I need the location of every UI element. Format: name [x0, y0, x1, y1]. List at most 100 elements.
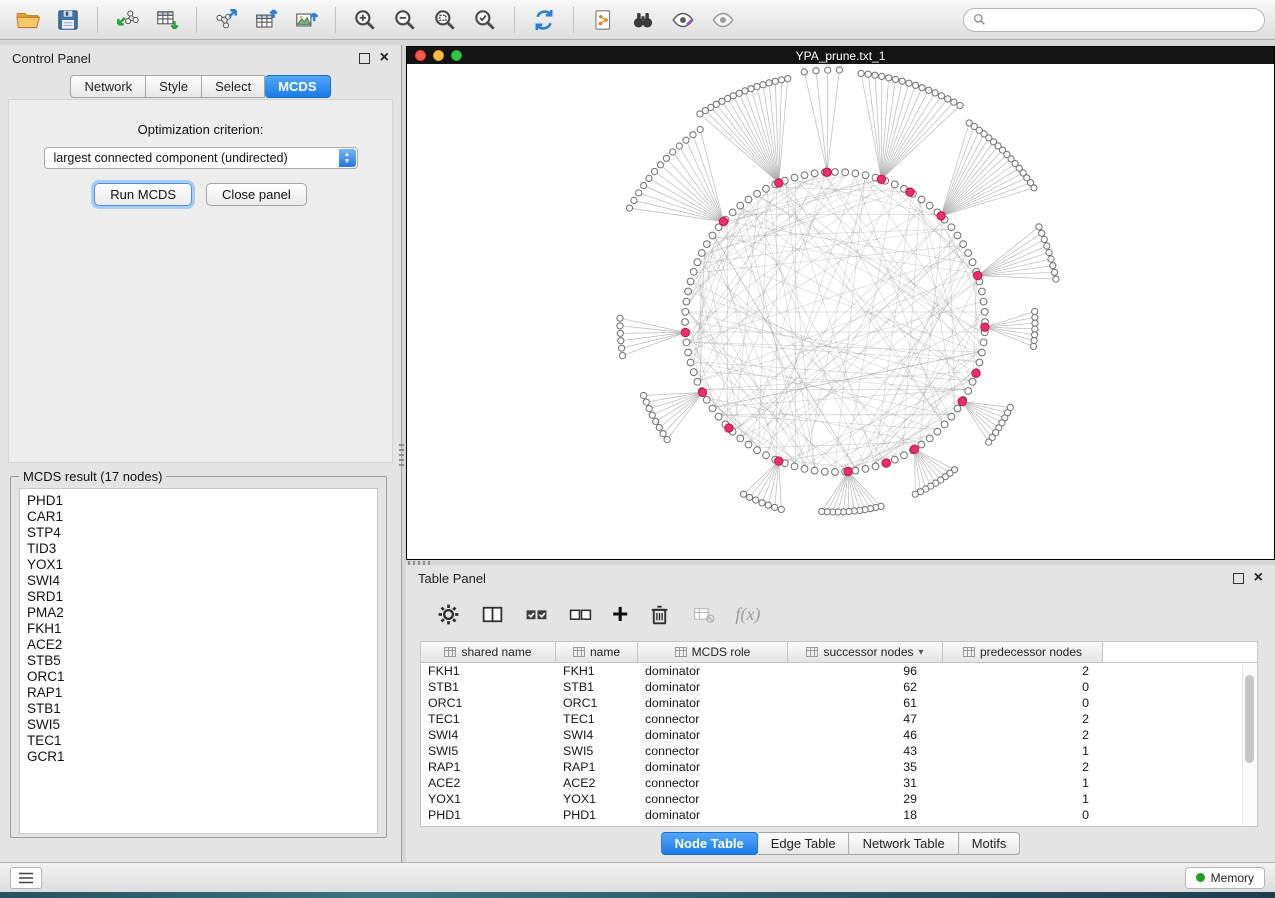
find-button[interactable]	[625, 4, 661, 36]
zoom-selected-button[interactable]	[467, 4, 503, 36]
mcds-node-item[interactable]: FKH1	[27, 621, 370, 637]
memory-label: Memory	[1211, 871, 1254, 885]
delete-column-button[interactable]	[647, 602, 672, 627]
float-table-panel-icon[interactable]	[1233, 573, 1244, 584]
mcds-node-item[interactable]: GCR1	[27, 749, 370, 765]
deselect-all-button[interactable]	[568, 602, 593, 627]
table-row[interactable]: ORC1ORC1dominator610	[421, 695, 1257, 711]
import-network-icon	[114, 7, 140, 33]
column-header-shared-name[interactable]: shared name	[421, 642, 556, 662]
table-cell: connector	[638, 776, 788, 790]
tab-network-table[interactable]: Network Table	[850, 832, 959, 855]
table-row[interactable]: STB1STB1dominator620	[421, 679, 1257, 695]
satellite-nodes	[617, 67, 1059, 515]
zoom-out-button[interactable]	[387, 4, 423, 36]
search-box[interactable]	[963, 8, 1265, 32]
export-table-button[interactable]	[248, 4, 284, 36]
mcds-node-item[interactable]: YOX1	[27, 557, 370, 573]
tab-edge-table[interactable]: Edge Table	[758, 832, 850, 855]
column-header-name[interactable]: name	[556, 642, 638, 662]
close-window-button[interactable]	[415, 50, 426, 61]
table-settings-button[interactable]	[436, 602, 461, 627]
toolbar-separator	[97, 7, 98, 33]
export-image-button[interactable]	[288, 4, 324, 36]
table-row[interactable]: ACE2ACE2connector311	[421, 775, 1257, 791]
toolbar-separator	[196, 7, 197, 33]
mcds-node-item[interactable]: STB1	[27, 701, 370, 717]
table-cell: SWI5	[421, 744, 556, 758]
export-network-button[interactable]	[208, 4, 244, 36]
column-header-predecessor-nodes[interactable]: predecessor nodes	[943, 642, 1103, 662]
close-panel-icon[interactable]: ×	[380, 53, 389, 63]
mcds-result-box: MCDS result (17 nodes) PHD1CAR1STP4TID3Y…	[10, 469, 387, 838]
minimize-window-button[interactable]	[433, 50, 444, 61]
run-mcds-button[interactable]: Run MCDS	[94, 183, 192, 206]
mcds-node-item[interactable]: TID3	[27, 541, 370, 557]
close-mcds-panel-button[interactable]: Close panel	[206, 183, 307, 206]
tab-mcds[interactable]: MCDS	[265, 75, 330, 98]
status-menu-button[interactable]	[10, 867, 42, 889]
mcds-node-item[interactable]: RAP1	[27, 685, 370, 701]
mcds-node-item[interactable]: SWI5	[27, 717, 370, 733]
table-row[interactable]: SWI4SWI4dominator462	[421, 727, 1257, 743]
table-row[interactable]: RAP1RAP1dominator352	[421, 759, 1257, 775]
table-row[interactable]: FKH1FKH1dominator962	[421, 663, 1257, 679]
table-row[interactable]: TEC1TEC1connector472	[421, 711, 1257, 727]
open-folder-icon	[15, 7, 41, 33]
share-document-button[interactable]	[585, 4, 621, 36]
table-body: FKH1FKH1dominator962STB1STB1dominator620…	[421, 663, 1257, 823]
mcds-node-item[interactable]: ORC1	[27, 669, 370, 685]
table-row[interactable]: SWI5SWI5connector431	[421, 743, 1257, 759]
tab-node-table[interactable]: Node Table	[661, 832, 758, 855]
network-canvas[interactable]	[407, 64, 1274, 559]
save-session-button[interactable]	[50, 4, 86, 36]
mcds-node-item[interactable]: PHD1	[27, 493, 370, 509]
table-cell: 35	[788, 760, 943, 774]
zoom-fit-button[interactable]	[427, 4, 463, 36]
table-row[interactable]: YOX1YOX1connector291	[421, 791, 1257, 807]
search-input[interactable]	[992, 12, 1255, 28]
magnifier-fit-icon	[432, 7, 458, 33]
column-header-MCDS-role[interactable]: MCDS role	[638, 642, 788, 662]
refresh-layout-button[interactable]	[526, 4, 562, 36]
tab-network[interactable]: Network	[70, 75, 146, 98]
tab-select[interactable]: Select	[202, 75, 265, 98]
table-cell: 2	[943, 760, 1103, 774]
table-scrollbar[interactable]	[1242, 663, 1256, 825]
hide-graphics-details-button[interactable]	[665, 4, 701, 36]
criterion-select[interactable]: largest connected component (undirected)…	[44, 147, 358, 169]
table-cell: 2	[943, 728, 1103, 742]
mcds-node-item[interactable]: ACE2	[27, 637, 370, 653]
import-table-button[interactable]	[149, 4, 185, 36]
mcds-node-item[interactable]: CAR1	[27, 509, 370, 525]
mcds-result-list[interactable]: PHD1CAR1STP4TID3YOX1SWI4SRD1PMA2FKH1ACE2…	[19, 488, 378, 834]
tab-motifs[interactable]: Motifs	[959, 832, 1021, 855]
add-column-button[interactable]: +	[612, 603, 628, 625]
mcds-node-item[interactable]: SWI4	[27, 573, 370, 589]
zoom-in-button[interactable]	[347, 4, 383, 36]
network-window-titlebar[interactable]: YPA_prune.txt_1	[407, 47, 1274, 64]
mcds-node-item[interactable]: PMA2	[27, 605, 370, 621]
toolbar-separator	[335, 7, 336, 33]
table-cell: ORC1	[556, 696, 638, 710]
scrollbar-thumb[interactable]	[1245, 675, 1254, 763]
select-all-button[interactable]	[524, 602, 549, 627]
table-row[interactable]: PHD1PHD1dominator180	[421, 807, 1257, 823]
memory-button[interactable]: Memory	[1185, 867, 1265, 889]
open-session-button[interactable]	[10, 4, 46, 36]
document-share-icon	[590, 7, 616, 33]
vertical-splitter[interactable]	[399, 444, 404, 466]
show-graphics-details-button[interactable]	[705, 4, 741, 36]
toolbar-separator	[514, 7, 515, 33]
mcds-node-item[interactable]: SRD1	[27, 589, 370, 605]
mcds-node-item[interactable]: STB5	[27, 653, 370, 669]
column-header-successor-nodes[interactable]: successor nodes▾	[788, 642, 943, 662]
show-columns-button[interactable]	[480, 602, 505, 627]
close-table-panel-icon[interactable]: ×	[1254, 573, 1263, 583]
zoom-window-button[interactable]	[451, 50, 462, 61]
tab-style[interactable]: Style	[146, 75, 202, 98]
mcds-node-item[interactable]: TEC1	[27, 733, 370, 749]
float-panel-icon[interactable]	[359, 53, 370, 64]
mcds-node-item[interactable]: STP4	[27, 525, 370, 541]
import-network-button[interactable]	[109, 4, 145, 36]
